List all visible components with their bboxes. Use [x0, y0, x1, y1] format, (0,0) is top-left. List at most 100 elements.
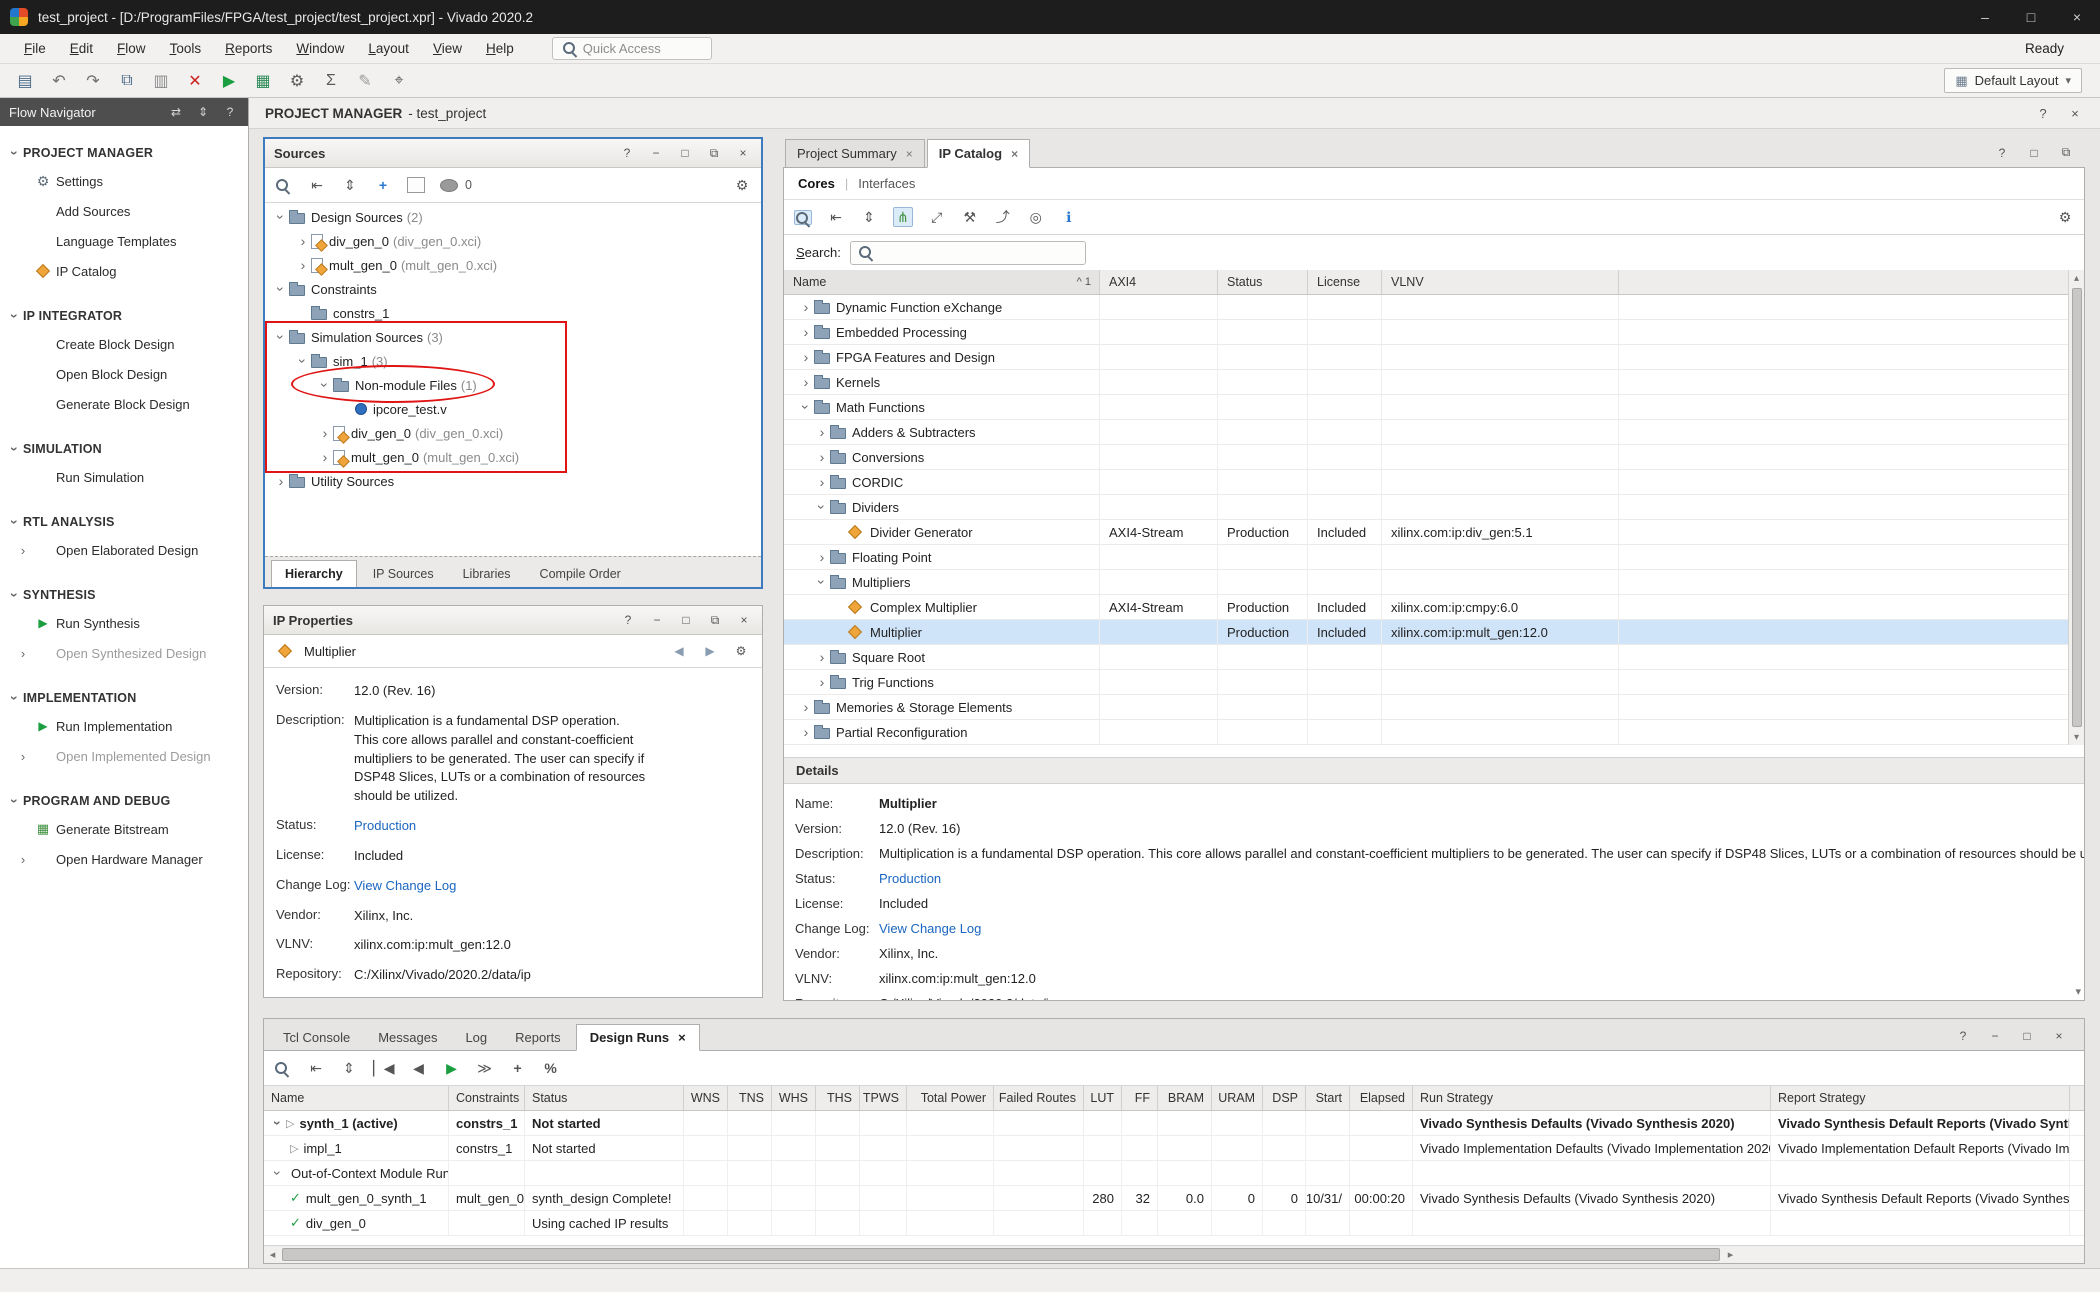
catalog-row-kernels[interactable]: ›Kernels [784, 370, 2084, 395]
chevron-right-icon[interactable]: › [798, 700, 814, 714]
column-header-ff[interactable]: FF [1122, 1086, 1158, 1110]
go-to-start-icon[interactable]: ▏◀ [373, 1058, 395, 1078]
chevron-right-icon[interactable]: › [295, 258, 311, 272]
flow-item-run-simulation[interactable]: Run Simulation [0, 462, 248, 492]
chevron-right-icon[interactable]: › [798, 375, 814, 389]
chevron-down-icon[interactable]: › [296, 353, 310, 369]
chevron-right-icon[interactable]: › [814, 475, 830, 489]
undo-icon[interactable]: ↶ [44, 68, 74, 94]
add-sources-icon[interactable]: + [374, 175, 392, 195]
column-header-vlnv[interactable]: VLNV [1382, 270, 1619, 294]
menu-view[interactable]: View [423, 37, 472, 60]
chevron-down-icon[interactable]: › [799, 399, 813, 415]
maximize-icon[interactable]: ⧉ [705, 143, 723, 163]
close-icon[interactable]: × [2066, 103, 2084, 123]
chevron-right-icon[interactable]: › [798, 300, 814, 314]
column-header-status[interactable]: Status [525, 1086, 684, 1110]
source-tree-item-mult-gen-0[interactable]: ›mult_gen_0(mult_gen_0.xci) [265, 445, 761, 469]
chevron-down-icon[interactable]: › [271, 1115, 285, 1131]
catalog-row-conversions[interactable]: ›Conversions [784, 445, 2084, 470]
source-tree-item-ipcore-test-v[interactable]: ipcore_test.v [265, 397, 761, 421]
horizontal-scrollbar[interactable]: ◂ ▸ [264, 1245, 2084, 1263]
tab-design-runs[interactable]: Design Runs× [576, 1024, 700, 1051]
chevron-right-icon[interactable]: › [814, 425, 830, 439]
hierarchy-view-icon[interactable]: ⋔ [893, 207, 913, 227]
settings-gear-icon[interactable]: ⚙ [732, 641, 750, 661]
flow-item-generate-block-design[interactable]: Generate Block Design [0, 389, 248, 419]
info-icon[interactable]: ℹ [1060, 207, 1078, 227]
catalog-row-floating-point[interactable]: ›Floating Point [784, 545, 2084, 570]
help-icon[interactable]: ? [221, 102, 239, 122]
source-tree-item-mult-gen-0[interactable]: ›mult_gen_0(mult_gen_0.xci) [265, 253, 761, 277]
back-icon[interactable]: ◀ [670, 641, 688, 661]
flow-item-open-hardware-manager[interactable]: ›Open Hardware Manager [0, 844, 248, 874]
fast-forward-icon[interactable]: ≫ [476, 1058, 494, 1078]
flow-item-add-sources[interactable]: Add Sources [0, 196, 248, 226]
flow-item-language-templates[interactable]: Language Templates [0, 226, 248, 256]
minimize-button[interactable]: – [1962, 0, 2008, 34]
redo-icon[interactable]: ↷ [78, 68, 108, 94]
save-icon[interactable]: ▤ [10, 68, 40, 94]
flow-section-header-program-and-debug[interactable]: ›PROGRAM AND DEBUG [0, 788, 248, 814]
close-icon[interactable]: × [2050, 1026, 2068, 1046]
field-link[interactable]: View Change Log [879, 921, 1011, 936]
catalog-search-input[interactable] [850, 241, 1086, 265]
tab-reports[interactable]: Reports [502, 1025, 574, 1050]
scrollbar-thumb[interactable] [282, 1248, 1720, 1261]
menu-file[interactable]: File [14, 37, 56, 60]
catalog-row-square-root[interactable]: ›Square Root [784, 645, 2084, 670]
float-icon[interactable]: □ [2025, 143, 2043, 163]
catalog-row-multipliers[interactable]: ›Multipliers [784, 570, 2084, 595]
scroll-right-icon[interactable]: ▸ [1722, 1246, 1739, 1263]
collapse-all-icon[interactable]: ⇤ [307, 1058, 325, 1078]
design-run-row-mult-gen-0-synth-1[interactable]: ✓mult_gen_0_synth_1mult_gen_0synth_desig… [264, 1186, 2084, 1211]
column-header-run-strategy[interactable]: Run Strategy [1413, 1086, 1771, 1110]
column-header-elapsed[interactable]: Elapsed [1350, 1086, 1413, 1110]
modified-files-badge[interactable] [440, 179, 458, 192]
scroll-down-icon[interactable]: ▾ [2074, 729, 2079, 745]
column-header-wns[interactable]: WNS [684, 1086, 728, 1110]
chevron-down-icon[interactable]: › [815, 499, 829, 515]
flow-item-run-implementation[interactable]: ▶Run Implementation [0, 711, 248, 741]
sources-tab-hierarchy[interactable]: Hierarchy [271, 560, 357, 587]
help-icon[interactable]: ? [1954, 1026, 1972, 1046]
pin-icon[interactable]: ⇄ [167, 102, 185, 122]
sources-tab-compile-order[interactable]: Compile Order [527, 560, 634, 587]
catalog-row-adders-subtracters[interactable]: ›Adders & Subtracters [784, 420, 2084, 445]
maximize-icon[interactable]: ⧉ [706, 610, 724, 630]
expand-all-icon[interactable]: ⇕ [860, 207, 878, 227]
close-tab-icon[interactable]: × [678, 1030, 686, 1045]
collapse-all-icon[interactable]: ⇤ [827, 207, 845, 227]
flow-section-header-ip-integrator[interactable]: ›IP INTEGRATOR [0, 303, 248, 329]
float-icon[interactable]: □ [676, 143, 694, 163]
sum-icon[interactable]: Σ [316, 68, 346, 94]
close-tab-icon[interactable]: × [1011, 147, 1018, 161]
catalog-row-divider-generator[interactable]: Divider GeneratorAXI4-StreamProductionIn… [784, 520, 2084, 545]
close-tab-icon[interactable]: × [906, 147, 913, 161]
tab-log[interactable]: Log [452, 1025, 500, 1050]
menu-flow[interactable]: Flow [107, 37, 156, 60]
column-header-whs[interactable]: WHS [772, 1086, 816, 1110]
chevron-down-icon[interactable]: › [271, 1165, 285, 1181]
chevron-right-icon[interactable]: › [814, 650, 830, 664]
column-header-bram[interactable]: BRAM [1158, 1086, 1212, 1110]
search-icon[interactable] [275, 178, 293, 193]
source-tree-item-div-gen-0[interactable]: ›div_gen_0(div_gen_0.xci) [265, 229, 761, 253]
help-icon[interactable]: ? [618, 143, 636, 163]
customize-icon[interactable]: ⚒ [961, 207, 979, 227]
column-header-report-strategy[interactable]: Report Strategy [1771, 1086, 2070, 1110]
target-icon[interactable]: ◎ [1027, 207, 1045, 227]
close-icon[interactable]: × [735, 610, 753, 630]
chevron-right-icon[interactable]: › [273, 474, 289, 488]
expand-all-icon[interactable]: ⇕ [340, 1058, 358, 1078]
flow-item-open-synthesized-design[interactable]: ›Open Synthesized Design [0, 638, 248, 668]
sources-tab-ip-sources[interactable]: IP Sources [360, 560, 447, 587]
catalog-row-multiplier[interactable]: MultiplierProductionIncludedxilinx.com:i… [784, 620, 2084, 645]
delete-icon[interactable]: ✕ [180, 68, 210, 94]
settings-gear-icon[interactable]: ⚙ [733, 175, 751, 195]
design-run-row-synth-1-active[interactable]: ›▷synth_1 (active)constrs_1Not startedVi… [264, 1111, 2084, 1136]
help-icon[interactable]: ? [619, 610, 637, 630]
run-icon[interactable]: ▶ [214, 68, 244, 94]
tab-messages[interactable]: Messages [365, 1025, 450, 1050]
chevron-down-icon[interactable]: › [274, 209, 288, 225]
